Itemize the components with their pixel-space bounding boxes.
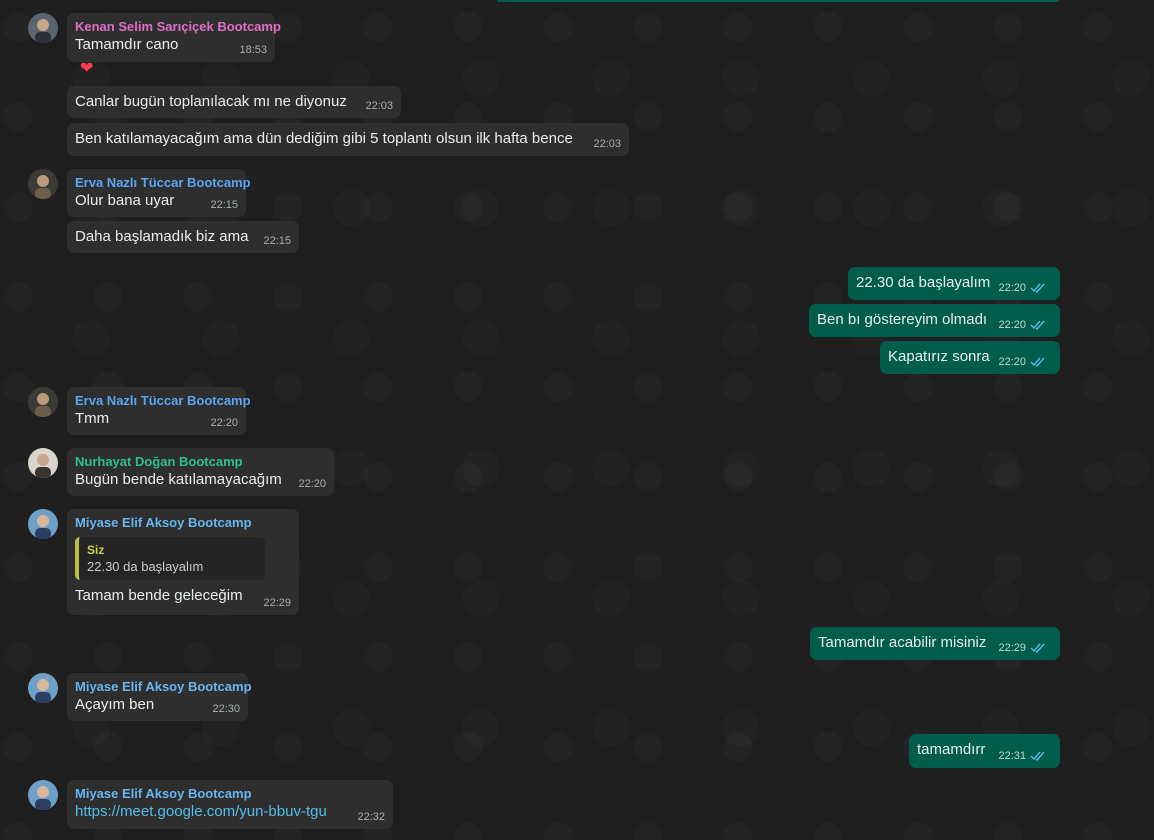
message-time: 18:53 xyxy=(239,44,267,56)
message-text: Daha başlamadık biz ama xyxy=(75,228,249,245)
message-time: 22:20 xyxy=(998,319,1026,331)
read-ticks-icon xyxy=(1030,283,1045,294)
sender-name: Miyase Elif Aksoy Bootcamp xyxy=(75,679,252,694)
sender-name: Erva Nazlı Tüccar Bootcamp xyxy=(75,393,251,408)
avatar-nurhayat[interactable] xyxy=(28,448,58,478)
message-time: 22:20 xyxy=(998,356,1026,368)
message-bubble-outgoing[interactable]: Ben bı göstereyim olmadı 22:20 xyxy=(809,304,1060,337)
message-time: 22:15 xyxy=(210,199,238,211)
sender-name: Kenan Selim Sarıçiçek Bootcamp xyxy=(75,19,281,34)
sender-name: Miyase Elif Aksoy Bootcamp xyxy=(75,786,252,801)
message-time: 22:29 xyxy=(263,597,291,609)
message-bubble-incoming[interactable]: Kenan Selim Sarıçiçek Bootcamp Tamamdır … xyxy=(67,13,281,62)
quoted-sender: Siz xyxy=(87,543,105,557)
message-bubble-outgoing[interactable]: tamamdırr 22:31 xyxy=(909,734,1060,768)
message-bubble-incoming[interactable]: Ben katılamayacağım ama dün dediğim gibi… xyxy=(67,123,629,156)
message-bubble-incoming[interactable]: Daha başlamadık biz ama 22:15 xyxy=(67,221,299,253)
message-time: 22:03 xyxy=(593,138,621,150)
message-bubble-outgoing[interactable]: 22.30 da başlayalım 22:20 xyxy=(848,267,1060,300)
message-text: Ben katılamayacağım ama dün dediğim gibi… xyxy=(75,130,573,147)
message-bubble-incoming[interactable]: Miyase Elif Aksoy Bootcamp Açayım ben 22… xyxy=(67,673,252,721)
sender-name: Nurhayat Doğan Bootcamp xyxy=(75,454,243,469)
message-bubble-incoming[interactable]: Canlar bugün toplanılacak mı ne diyonuz … xyxy=(67,86,401,118)
message-time: 22:03 xyxy=(365,100,393,112)
message-bubble-outgoing[interactable]: Tamamdır acabilir misiniz 22:29 xyxy=(810,627,1060,660)
message-time: 22:20 xyxy=(210,417,238,429)
quoted-message[interactable]: Siz 22.30 da başlayalım xyxy=(75,537,265,580)
message-bubble-incoming[interactable]: Erva Nazlı Tüccar Bootcamp Tmm 22:20 xyxy=(67,387,251,435)
sender-name: Erva Nazlı Tüccar Bootcamp xyxy=(75,175,251,190)
message-bubble-outgoing[interactable]: Kapatırız sonra 22:20 xyxy=(880,341,1060,374)
read-ticks-icon xyxy=(1030,357,1045,368)
message-text: Kapatırız sonra xyxy=(888,348,990,365)
message-time: 22:32 xyxy=(357,811,385,823)
quoted-text: 22.30 da başlayalım xyxy=(87,559,204,574)
read-ticks-icon xyxy=(1030,320,1045,331)
message-text: Bugün bende katılamayacağım xyxy=(75,471,282,488)
avatar-erva[interactable] xyxy=(28,387,58,417)
message-time: 22:20 xyxy=(298,478,326,490)
read-ticks-icon xyxy=(1030,643,1045,654)
message-time: 22:31 xyxy=(998,750,1026,762)
message-bubble-incoming[interactable]: Nurhayat Doğan Bootcamp Bugün bende katı… xyxy=(67,448,334,496)
message-time: 22:30 xyxy=(212,703,240,715)
avatar-kenan[interactable] xyxy=(28,13,58,43)
message-text: Canlar bugün toplanılacak mı ne diyonuz xyxy=(75,93,347,110)
avatar-miyase[interactable] xyxy=(28,780,58,810)
message-text: Tamam bende geleceğim xyxy=(75,587,243,604)
avatar-miyase[interactable] xyxy=(28,673,58,703)
avatar-miyase[interactable] xyxy=(28,509,58,539)
message-time: 22:20 xyxy=(998,282,1026,294)
message-time: 22:15 xyxy=(263,235,291,247)
message-bubble-incoming[interactable]: Miyase Elif Aksoy Bootcamp https://meet.… xyxy=(67,780,393,829)
message-text: Tamamdır cano xyxy=(75,36,179,53)
previous-message-bubble-edge xyxy=(497,0,1059,2)
read-ticks-icon xyxy=(1030,751,1045,762)
sender-name: Miyase Elif Aksoy Bootcamp xyxy=(75,515,252,530)
meeting-link[interactable]: https://meet.google.com/yun-bbuv-tgu xyxy=(75,802,385,822)
message-bubble-incoming[interactable]: Miyase Elif Aksoy Bootcamp Siz 22.30 da … xyxy=(67,509,299,615)
message-time: 22:29 xyxy=(998,642,1026,654)
heart-reaction-icon[interactable]: ❤ xyxy=(80,58,93,78)
avatar-erva[interactable] xyxy=(28,169,58,199)
message-bubble-incoming[interactable]: Erva Nazlı Tüccar Bootcamp Olur bana uya… xyxy=(67,169,251,217)
